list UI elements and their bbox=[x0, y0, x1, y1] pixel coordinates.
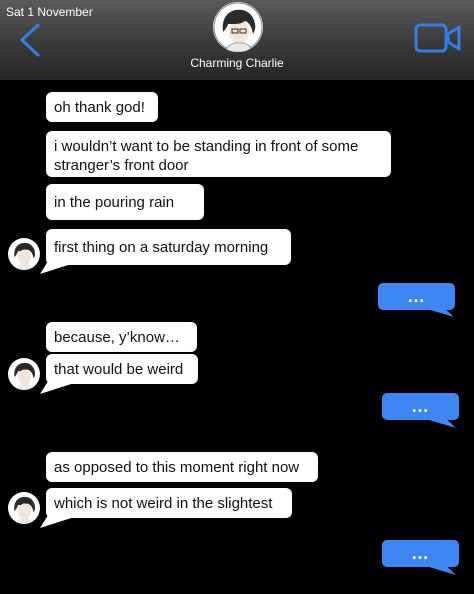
outgoing-message[interactable]: … bbox=[378, 283, 455, 310]
typing-indicator: … bbox=[411, 543, 430, 563]
chevron-left-icon bbox=[20, 23, 40, 57]
back-button[interactable] bbox=[14, 22, 46, 58]
avatar-portrait-icon bbox=[8, 238, 40, 270]
typing-indicator: … bbox=[407, 286, 426, 306]
message-text: as opposed to this moment right now bbox=[54, 458, 300, 476]
message-text: in the pouring rain bbox=[54, 193, 175, 211]
message-text: that would be weird bbox=[54, 360, 184, 378]
message-text: which is not weird in the slightest bbox=[54, 494, 273, 512]
outgoing-message[interactable]: … bbox=[382, 540, 459, 567]
video-camera-icon bbox=[414, 23, 461, 53]
outgoing-message[interactable]: … bbox=[382, 393, 459, 420]
contact-name: Charming Charlie bbox=[190, 56, 284, 70]
avatar-portrait-icon bbox=[8, 492, 40, 524]
avatar-portrait-icon bbox=[213, 2, 263, 52]
incoming-message: in the pouring rain bbox=[46, 184, 204, 220]
avatar-portrait-icon bbox=[8, 358, 40, 390]
sender-avatar[interactable] bbox=[8, 238, 40, 270]
video-call-button[interactable] bbox=[414, 22, 462, 54]
message-text: because, y’know… bbox=[54, 328, 180, 346]
typing-indicator: … bbox=[411, 396, 430, 416]
incoming-message: that would be weird bbox=[46, 354, 198, 384]
contact-avatar[interactable] bbox=[213, 2, 263, 52]
incoming-message: which is not weird in the slightest bbox=[46, 488, 292, 518]
incoming-message: oh thank god! bbox=[46, 92, 158, 122]
status-date: Sat 1 November bbox=[6, 5, 93, 19]
message-text: oh thank god! bbox=[54, 98, 145, 116]
incoming-message: as opposed to this moment right now bbox=[46, 452, 318, 482]
sender-avatar[interactable] bbox=[8, 358, 40, 390]
message-text: first thing on a saturday morning bbox=[54, 238, 269, 256]
incoming-message: because, y’know… bbox=[46, 322, 197, 352]
chat-header: Sat 1 November Charming Charlie bbox=[0, 0, 474, 80]
incoming-message: first thing on a saturday morning bbox=[46, 229, 291, 265]
message-text: i wouldn’t want to be standing in front … bbox=[54, 138, 359, 174]
sender-avatar[interactable] bbox=[8, 492, 40, 524]
incoming-message: i wouldn’t want to be standing in front … bbox=[46, 131, 391, 177]
